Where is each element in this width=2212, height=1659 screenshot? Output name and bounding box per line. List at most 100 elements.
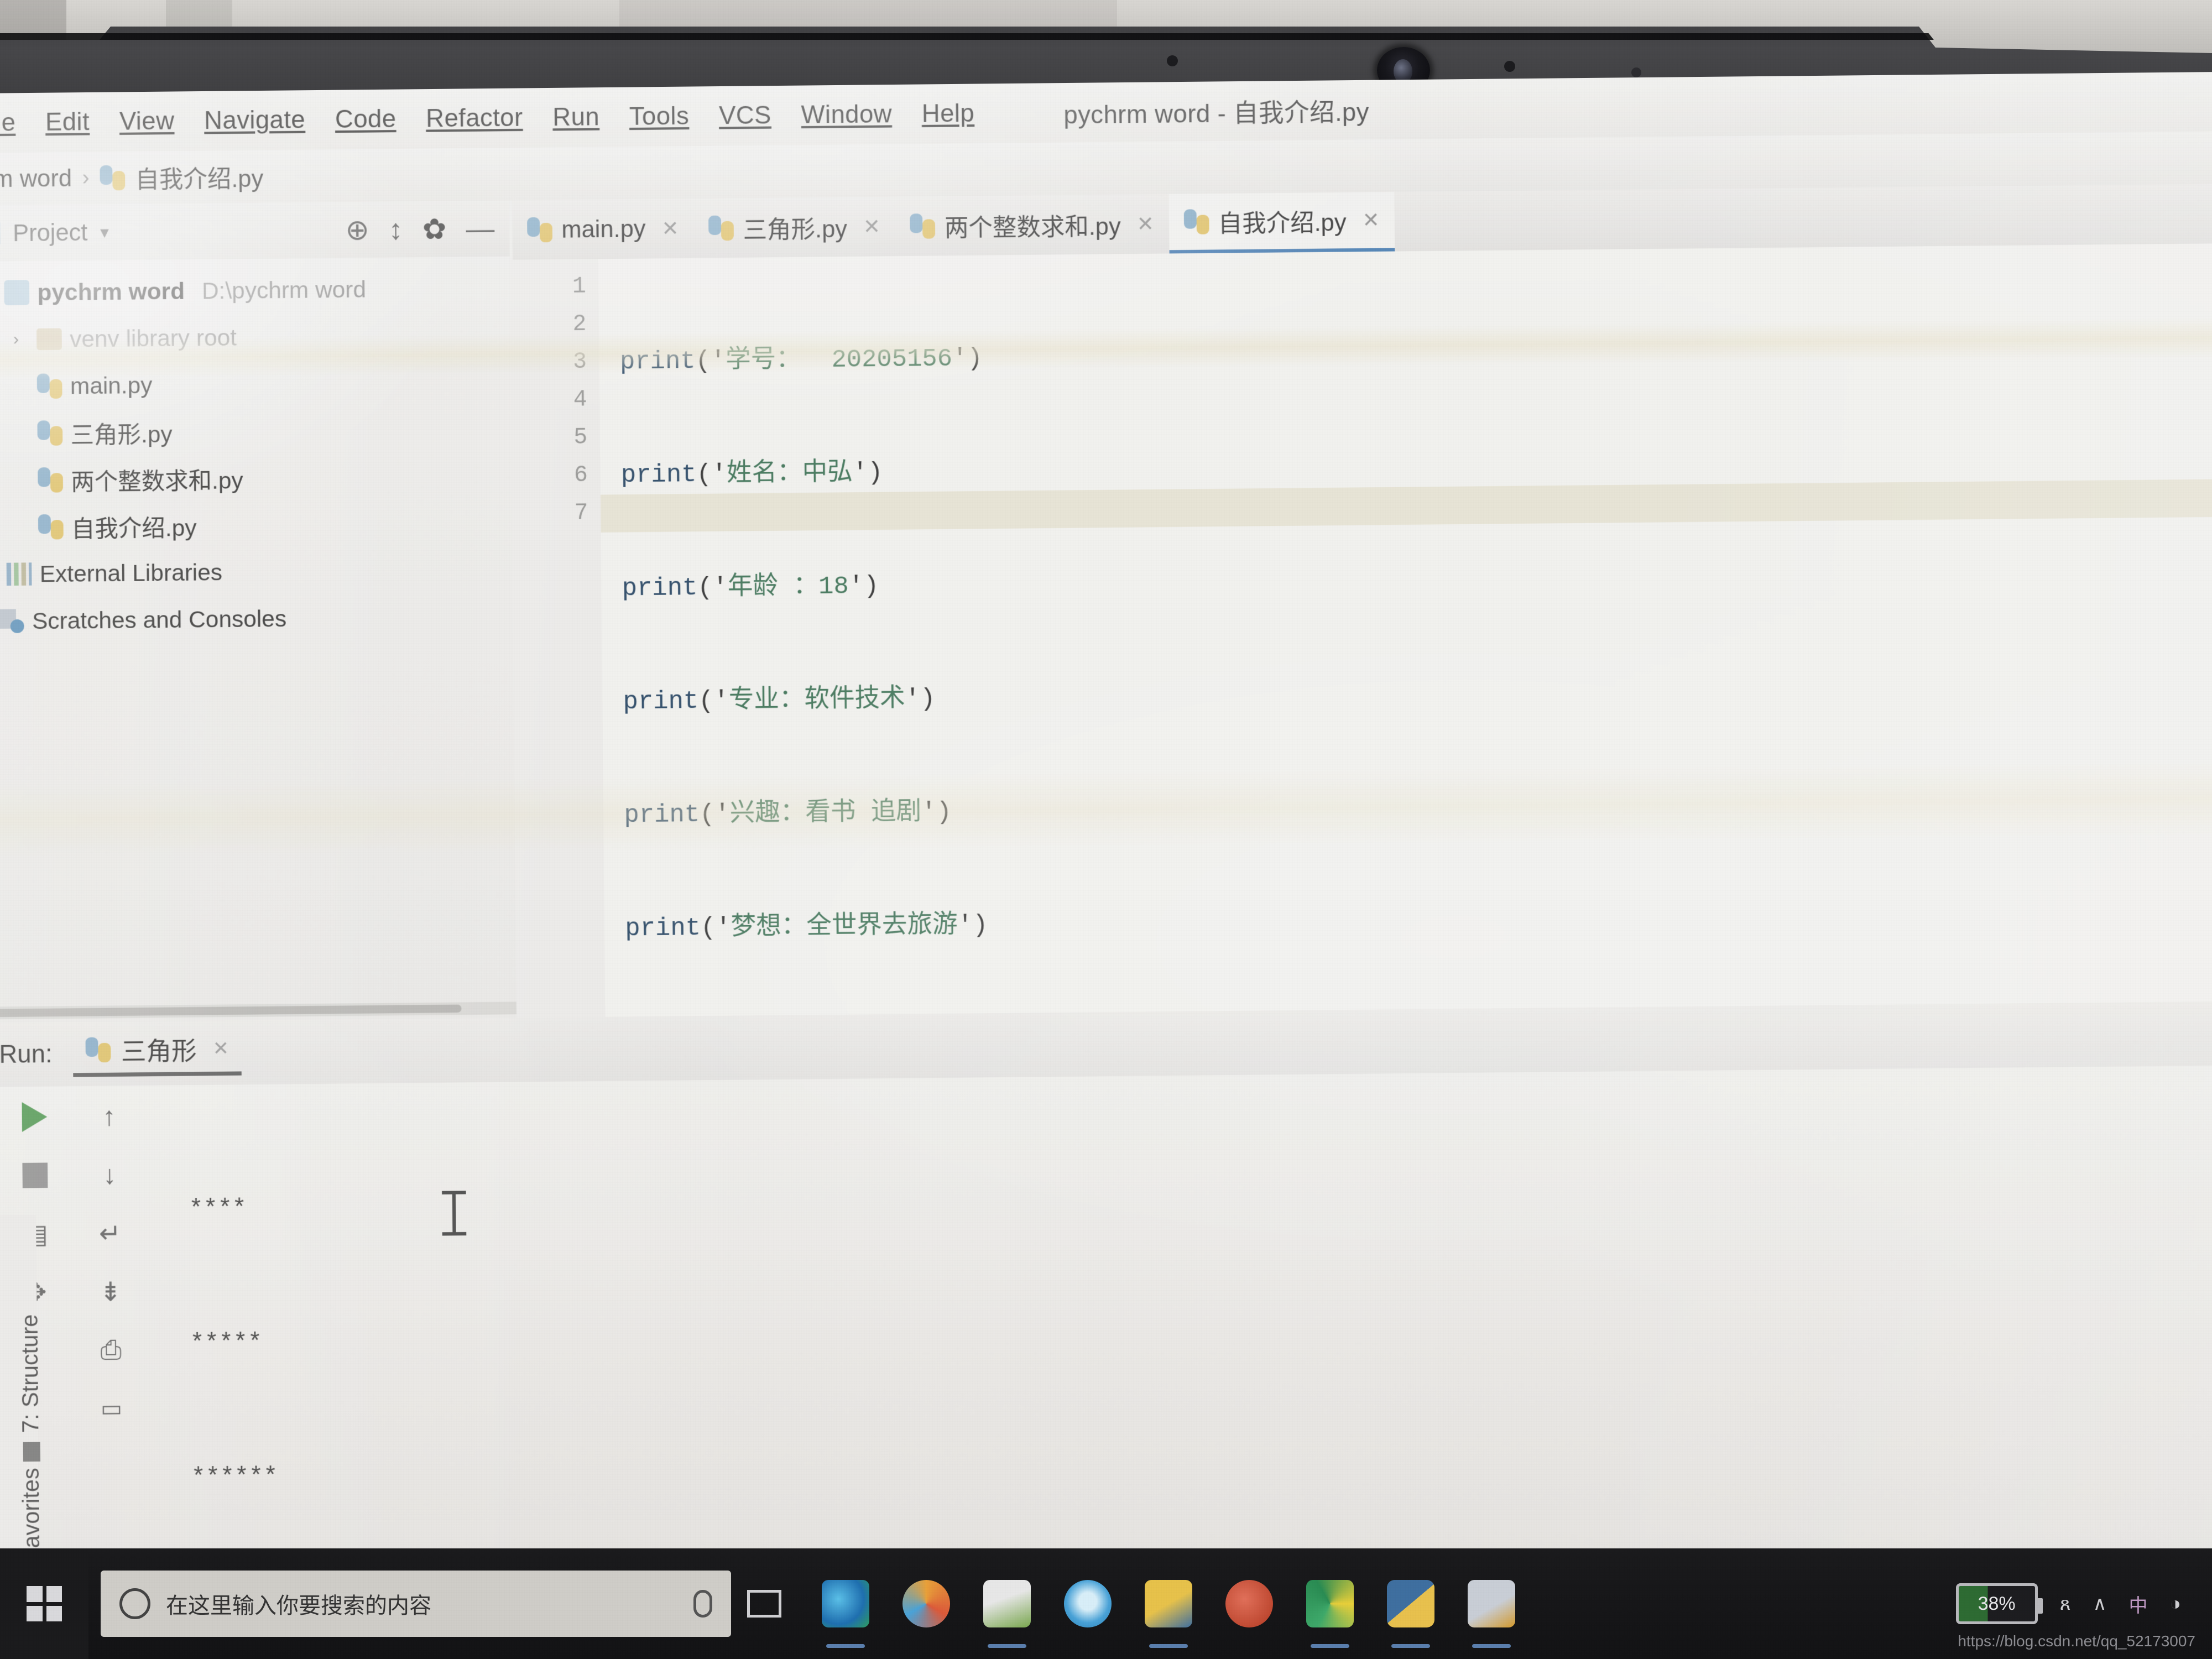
menu-vcs-label: VCS (718, 101, 772, 130)
down-arrow-icon[interactable]: ↓ (92, 1157, 128, 1193)
search-input[interactable]: 在这里输入你要搜索的内容 (101, 1571, 731, 1637)
code-punct: (' (696, 460, 727, 489)
project-panel-toolbar: ⊕ ↕ ✿ — (229, 200, 510, 259)
close-icon[interactable]: ✕ (1136, 212, 1154, 236)
code-punct: (' (700, 914, 731, 943)
python-file-icon (38, 467, 63, 493)
menu-code[interactable]: Code (320, 105, 411, 134)
tab-sanjiaoxing-py[interactable]: 三角形.py ✕ (693, 197, 895, 258)
console-output[interactable]: **** ***** ****** ******* ******** *****… (188, 1078, 2198, 1626)
taskbar-app-explorer[interactable] (1128, 1548, 1209, 1659)
clear-all-icon[interactable]: ▭ (93, 1391, 129, 1427)
tree-item-liangge-py[interactable]: 两个整数求和.py (0, 452, 512, 504)
menu-view[interactable]: View (105, 107, 190, 136)
close-icon[interactable]: ✕ (661, 216, 679, 241)
settings-gear-icon[interactable]: ✿ (422, 212, 447, 246)
menu-file-label: File (0, 108, 16, 137)
line-number-gutter: 1 2 3 4 5 6 7 (512, 259, 606, 1018)
taskbar-app-python[interactable] (1370, 1548, 1451, 1659)
taskbar-app-media-player[interactable] (886, 1548, 967, 1659)
tree-item-ziwojieshao-py[interactable]: 自我介绍.py (0, 499, 512, 551)
microphone-hole-left (1167, 55, 1178, 66)
code-text[interactable]: print('学号： 20205156') print('姓名：中弘') pri… (598, 243, 2212, 1017)
rerun-icon[interactable] (17, 1099, 53, 1135)
tab-label: main.py (561, 215, 646, 243)
menu-edit[interactable]: Edit (30, 108, 105, 137)
run-label: Run: (0, 1040, 53, 1069)
project-tree: ▾ pychrm word D:\pychrm word › venv libr… (0, 256, 517, 1023)
chevron-right-icon[interactable]: › (3, 330, 29, 349)
tab-liangge-py[interactable]: 两个整数求和.py ✕ (895, 194, 1169, 256)
code-string: 学号： 20205156 (726, 345, 953, 376)
microphone-hole-right (1504, 61, 1515, 72)
code-punct: ') (921, 798, 952, 827)
code-editor[interactable]: 1 2 3 4 5 6 7 print('学号： 20205156') prin… (512, 243, 2212, 1018)
breadcrumb-file[interactable]: 自我介绍.py (135, 159, 263, 195)
menu-file[interactable]: File (0, 108, 30, 138)
task-view-icon[interactable] (731, 1590, 797, 1618)
project-root-icon (4, 280, 30, 306)
tree-item-project-root[interactable]: ▾ pychrm word D:\pychrm word (0, 264, 510, 316)
tree-item-sanjiaoxing-py[interactable]: 三角形.py (0, 405, 512, 457)
tab-label: 三角形.py (743, 215, 848, 243)
python-file-icon (85, 1037, 111, 1062)
tree-item-venv[interactable]: › venv library root (0, 311, 510, 363)
code-punct: (' (698, 687, 729, 716)
laptop-photo: File Edit View Navigate Code Refactor Ru… (0, 0, 2212, 1659)
stop-icon[interactable] (17, 1157, 53, 1193)
taskbar-app-office[interactable] (1451, 1548, 1532, 1659)
print-icon[interactable]: ⎙ (93, 1332, 129, 1368)
select-opened-file-icon[interactable]: ⊕ (345, 213, 369, 246)
camera-led (1631, 67, 1641, 77)
show-hidden-icons-icon[interactable]: ∧ (2093, 1593, 2107, 1615)
user-icon[interactable]: ጸ (2060, 1593, 2071, 1615)
taskbar-app-photos[interactable] (967, 1548, 1047, 1659)
menu-vcs[interactable]: VCS (704, 101, 786, 131)
collapse-all-icon[interactable]: ↕ (389, 213, 403, 246)
menu-run[interactable]: Run (538, 103, 614, 132)
chevron-down-icon[interactable]: ▾ (100, 222, 109, 242)
line-number: 2 (572, 311, 587, 338)
breadcrumb-project[interactable]: chrm word (0, 165, 72, 194)
windows-start-icon[interactable] (0, 1548, 88, 1659)
code-string: 梦想：全世界去旅游 (731, 911, 958, 943)
menu-window[interactable]: Window (786, 100, 907, 130)
close-icon[interactable]: ✕ (863, 215, 881, 239)
menu-window-label: Window (801, 100, 893, 129)
console-line: **** (189, 1195, 247, 1223)
microphone-icon[interactable] (693, 1590, 712, 1618)
up-arrow-icon[interactable]: ↑ (91, 1098, 127, 1134)
taskbar-app-powerpoint[interactable] (1209, 1548, 1290, 1659)
tree-item-label: External Libraries (39, 559, 223, 587)
tab-ziwojieshao-py[interactable]: 自我介绍.py ✕ (1168, 191, 1395, 254)
input-method-icon[interactable]: 中 (2128, 1590, 2147, 1618)
close-icon[interactable]: ✕ (212, 1037, 229, 1060)
code-function: print (619, 347, 696, 377)
menu-tools-label: Tools (629, 102, 690, 131)
tree-item-external-libraries[interactable]: › External Libraries (0, 546, 513, 598)
taskbar-app-chrome[interactable] (1047, 1548, 1128, 1659)
tree-item-main-py[interactable]: main.py (0, 358, 511, 410)
hide-panel-icon[interactable]: — (466, 212, 494, 245)
window-title: pychrm word - 自我介绍.py (1063, 98, 1370, 129)
sidebar-item-label: 7: Structure (17, 1314, 44, 1433)
close-icon[interactable]: ✕ (1362, 208, 1380, 232)
run-toolbar-secondary: ↑ ↓ ↵ ⇟ ⎙ ▭ (77, 1098, 143, 1427)
scroll-to-end-icon[interactable]: ⇟ (92, 1274, 128, 1310)
tree-item-scratches[interactable]: Scratches and Consoles (0, 593, 513, 645)
tab-label: 两个整数求和.py (944, 212, 1121, 241)
battery-icon[interactable]: 38% (1955, 1583, 2043, 1624)
sidebar-item-structure[interactable]: 7: Structure (17, 1314, 44, 1462)
soft-wrap-icon[interactable]: ↵ (92, 1215, 128, 1251)
volume-icon[interactable]: ◑ (2169, 1593, 2181, 1615)
menu-refactor[interactable]: Refactor (411, 103, 538, 133)
menu-tools[interactable]: Tools (614, 102, 705, 131)
run-tab-sanjiaoxing[interactable]: 三角形 ✕ (72, 1030, 242, 1077)
project-panel-title[interactable]: Project (13, 219, 88, 247)
tab-label: 自我介绍.py (1218, 208, 1347, 237)
taskbar-app-pycharm[interactable] (1290, 1548, 1370, 1659)
tab-main-py[interactable]: main.py ✕ (512, 199, 694, 260)
menu-navigate[interactable]: Navigate (189, 106, 320, 135)
menu-help[interactable]: Help (907, 99, 990, 128)
taskbar-app-edge[interactable] (805, 1548, 886, 1659)
